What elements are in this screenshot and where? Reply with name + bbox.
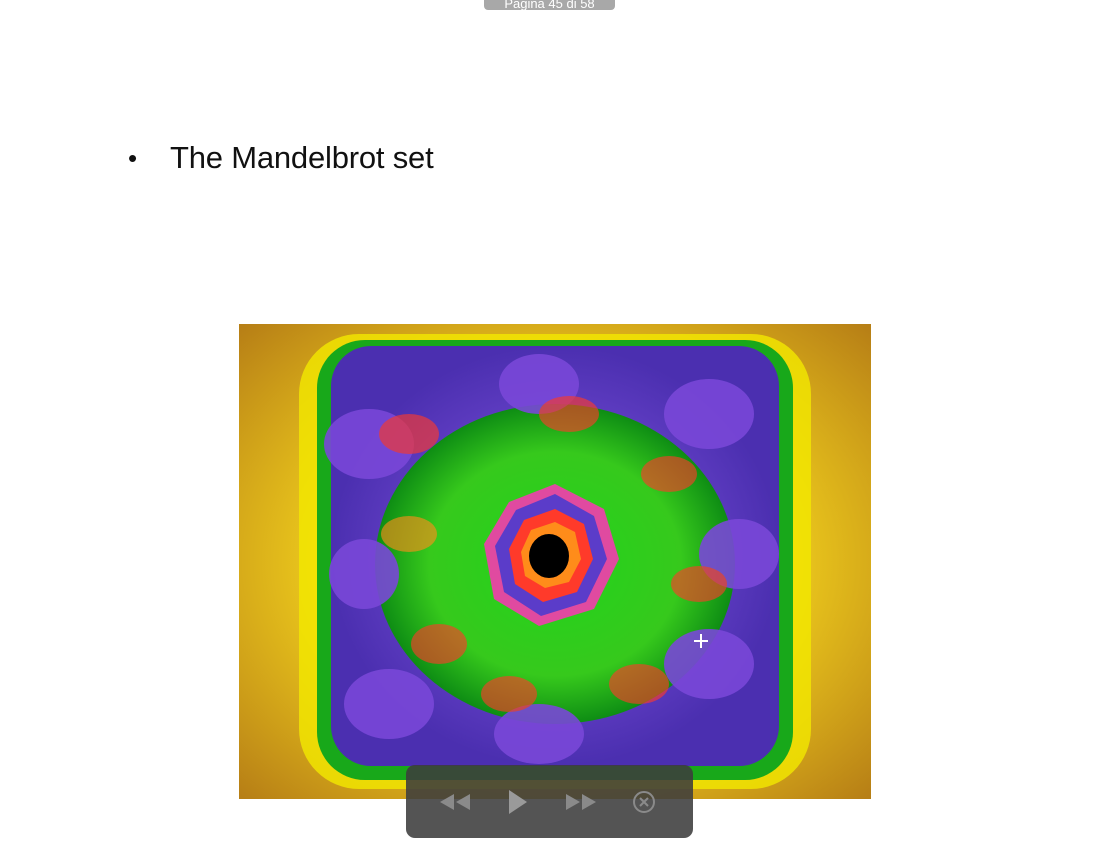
bullet-symbol: • [128, 142, 138, 173]
mandelbrot-image [239, 324, 871, 799]
rewind-icon [440, 793, 471, 810]
page-indicator-text: Pagina 45 di 58 [504, 0, 595, 10]
fast-forward-icon [565, 793, 596, 810]
slideshow-controls [406, 765, 693, 838]
mandelbrot-fractal-image [239, 324, 871, 799]
close-circle-icon [632, 790, 655, 813]
play-icon [509, 789, 528, 814]
rewind-button[interactable] [435, 782, 475, 822]
close-button[interactable] [624, 782, 664, 822]
bullet-text: The Mandelbrot set [170, 140, 434, 175]
play-button[interactable] [498, 782, 538, 822]
fast-forward-button[interactable] [561, 782, 601, 822]
bullet-item: • The Mandelbrot set [128, 140, 434, 176]
page-indicator: Pagina 45 di 58 [484, 0, 615, 10]
crosshair-cursor-icon [694, 634, 708, 648]
slide-page: Pagina 45 di 58 • The Mandelbrot set [0, 0, 1097, 843]
